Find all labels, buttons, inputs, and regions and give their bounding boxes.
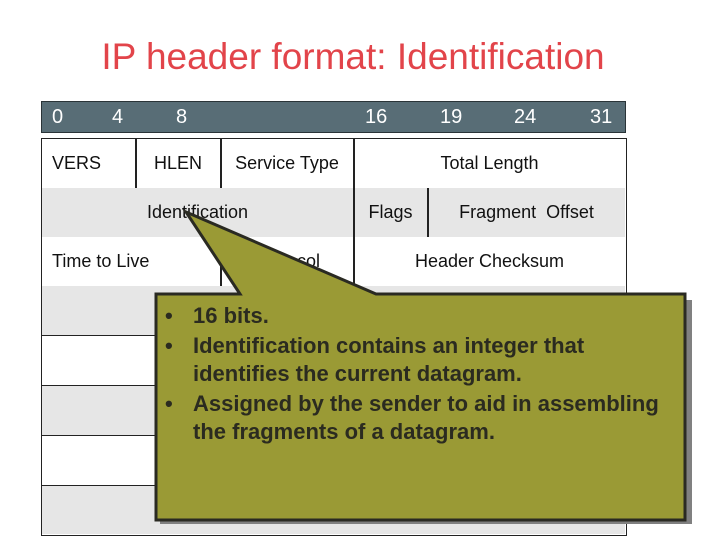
callout-text: • 16 bits. • Identification contains an … bbox=[163, 302, 683, 448]
bullet-icon: • bbox=[165, 333, 173, 358]
bullet-icon: • bbox=[165, 303, 173, 328]
callout-bullet: • 16 bits. bbox=[165, 303, 269, 328]
callout-bullet: • Identification contains an integer tha… bbox=[165, 333, 585, 386]
bullet-icon: • bbox=[165, 391, 173, 416]
callout-bubble bbox=[154, 208, 692, 524]
callout-bullet: • Assigned by the sender to aid in assem… bbox=[165, 391, 659, 444]
